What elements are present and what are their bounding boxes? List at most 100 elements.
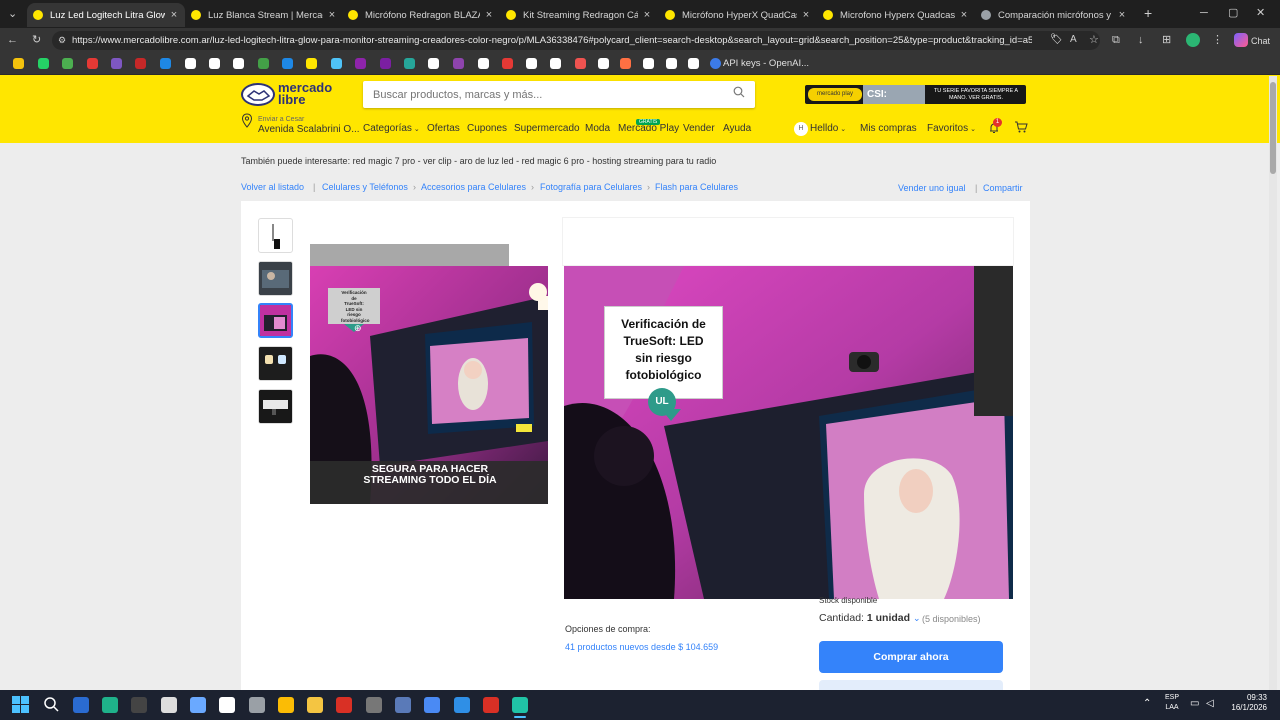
bookmark-favicon-icon[interactable] — [355, 58, 366, 69]
bookmark-favicon-icon[interactable] — [478, 58, 489, 69]
restore-icon[interactable]: ▢ — [1228, 6, 1238, 20]
app-icon[interactable] — [190, 697, 206, 713]
search-input[interactable] — [373, 86, 713, 103]
browser-tab-6[interactable]: Microfono Hyperx Quadcast 2 Us × — [817, 3, 975, 27]
app-icon[interactable] — [161, 697, 177, 713]
location-pin-icon[interactable] — [241, 113, 253, 128]
profile-avatar-icon[interactable] — [1186, 33, 1200, 47]
bookmark-favicon-icon[interactable] — [13, 58, 24, 69]
minimize-icon[interactable]: ─ — [1200, 6, 1208, 20]
bookmark-favicon-icon[interactable] — [282, 58, 293, 69]
new-tab-button[interactable]: + — [1144, 6, 1152, 20]
url-text[interactable]: https://www.mercadolibre.com.ar/luz-led-… — [72, 34, 1032, 48]
settings-icon[interactable] — [249, 697, 265, 713]
browser-tab-1[interactable]: Luz Led Logitech Litra Glow Para M × — [27, 3, 185, 27]
breadcrumb-accesorios[interactable]: Accesorios para Celulares — [421, 182, 526, 192]
tab-close-icon[interactable]: × — [959, 9, 969, 21]
bookmark-favicon-icon[interactable] — [62, 58, 73, 69]
tab-close-icon[interactable]: × — [1117, 9, 1127, 21]
terminal-icon[interactable] — [366, 697, 382, 713]
network-icon[interactable]: ▭ — [1190, 697, 1199, 711]
new-products-link[interactable]: 41 productos nuevos desde $ 104.659 — [565, 642, 718, 652]
bookmark-favicon-icon[interactable] — [87, 58, 98, 69]
share-link[interactable]: Compartir — [983, 183, 1023, 193]
quantity-selector[interactable]: Cantidad: 1 unidad ⌄ — [819, 612, 921, 624]
buy-now-button[interactable]: Comprar ahora — [819, 641, 1003, 673]
app-icon[interactable] — [102, 697, 118, 713]
bookmark-favicon-icon[interactable] — [666, 58, 677, 69]
bookmark-favicon-icon[interactable] — [643, 58, 654, 69]
tab-close-icon[interactable]: × — [484, 9, 494, 21]
breadcrumb-flash[interactable]: Flash para Celulares — [655, 182, 738, 192]
browser-tab-7[interactable]: Comparación micrófonos y kits × — [975, 3, 1133, 27]
location-address[interactable]: Avenida Scalabrini O... — [258, 124, 360, 135]
powershell-icon[interactable] — [73, 697, 89, 713]
user-menu[interactable]: Helldo ⌄ — [810, 123, 846, 136]
nav-ayuda[interactable]: Ayuda — [723, 123, 751, 135]
reload-icon[interactable]: ↻ — [32, 33, 41, 47]
user-avatar[interactable]: H — [794, 122, 808, 136]
breadcrumb-celulares[interactable]: Celulares y Teléfonos — [322, 182, 408, 192]
bookmark-favicon-icon[interactable] — [233, 58, 244, 69]
bookmark-favicon-icon[interactable] — [550, 58, 561, 69]
chatgpt-icon[interactable] — [512, 697, 528, 713]
tab-close-icon[interactable]: × — [642, 9, 652, 21]
github-icon[interactable] — [219, 697, 235, 713]
nav-supermercado[interactable]: Supermercado — [514, 123, 580, 135]
vscode-icon[interactable] — [454, 697, 470, 713]
bookmark-favicon-icon[interactable] — [575, 58, 586, 69]
tab-close-icon[interactable]: × — [801, 9, 811, 21]
logo-wordmark[interactable]: mercado libre — [278, 81, 338, 106]
bookmark-favicon-icon[interactable] — [428, 58, 439, 69]
bookmark-api-keys[interactable]: API keys - OpenAI... — [723, 57, 809, 71]
nav-cupones[interactable]: Cupones — [467, 123, 507, 135]
bookmark-favicon-icon[interactable] — [331, 58, 342, 69]
back-icon[interactable]: ← — [7, 33, 18, 47]
bookmark-favicon-icon[interactable] — [526, 58, 537, 69]
terminal-icon[interactable] — [131, 697, 147, 713]
bookmark-favicon-icon[interactable] — [404, 58, 415, 69]
product-main-image[interactable]: Verificación de TrueSoft: LED sin riesgo… — [310, 266, 548, 504]
back-to-list-link[interactable]: Volver al listado — [241, 182, 304, 192]
gallery-thumbnail-3-selected[interactable] — [258, 303, 293, 338]
mis-compras-link[interactable]: Mis compras — [860, 123, 917, 135]
browser-tab-5[interactable]: Micrófono HyperX QuadCast S RG × — [659, 3, 817, 27]
nav-vender[interactable]: Vender — [683, 123, 715, 135]
app-icon[interactable] — [336, 697, 352, 713]
browser-tab-3[interactable]: Micrófono Redragon BLAZAR GM × — [342, 3, 500, 27]
puzzle-icon[interactable]: ⊞ — [1162, 33, 1171, 47]
nav-categorias[interactable]: Categorías ⌄ — [363, 123, 420, 136]
tab-close-icon[interactable]: × — [169, 9, 179, 21]
app-icon[interactable] — [483, 697, 499, 713]
bookmark-favicon-icon[interactable] — [453, 58, 464, 69]
gallery-thumbnail-5[interactable] — [258, 389, 293, 424]
bookmark-favicon-icon[interactable] — [258, 58, 269, 69]
promo-banner[interactable]: mercado play CSI: TU SERIE FAVORITA SIEM… — [805, 85, 1026, 104]
extensions-icon[interactable]: ⧉ — [1112, 33, 1120, 47]
gallery-thumbnail-4[interactable] — [258, 346, 293, 381]
windows-start-icon[interactable] — [12, 696, 29, 713]
calendar-icon[interactable] — [424, 697, 440, 713]
nav-moda[interactable]: Moda — [585, 123, 610, 135]
bookmark-favicon-icon[interactable] — [160, 58, 171, 69]
tab-list-icon[interactable]: ⌄ — [8, 7, 17, 21]
nav-ofertas[interactable]: Ofertas — [427, 123, 460, 135]
tab-close-icon[interactable]: × — [327, 9, 337, 21]
sell-same-link[interactable]: Vender uno igual — [898, 183, 966, 193]
search-icon[interactable] — [733, 86, 745, 98]
bookmark-favicon-icon[interactable] — [185, 58, 196, 69]
site-info-icon[interactable]: ⚙ — [58, 33, 66, 47]
bookmark-favicon-icon[interactable] — [306, 58, 317, 69]
search-icon[interactable] — [43, 696, 60, 713]
add-to-cart-button[interactable] — [819, 680, 1003, 690]
chat-icon[interactable] — [1234, 33, 1248, 47]
bookmark-favicon-icon[interactable] — [598, 58, 609, 69]
bookmark-favicon-icon[interactable] — [38, 58, 49, 69]
scrollbar-thumb[interactable] — [1270, 82, 1276, 174]
browser-tab-2[interactable]: Luz Blanca Stream | MercadoLibre × — [185, 3, 343, 27]
chrome-icon[interactable] — [278, 697, 294, 713]
file-explorer-icon[interactable] — [307, 697, 323, 713]
downloads-icon[interactable]: ↓ — [1138, 33, 1144, 47]
cart-icon[interactable] — [1014, 121, 1028, 133]
volume-icon[interactable]: ◁ — [1206, 697, 1214, 711]
